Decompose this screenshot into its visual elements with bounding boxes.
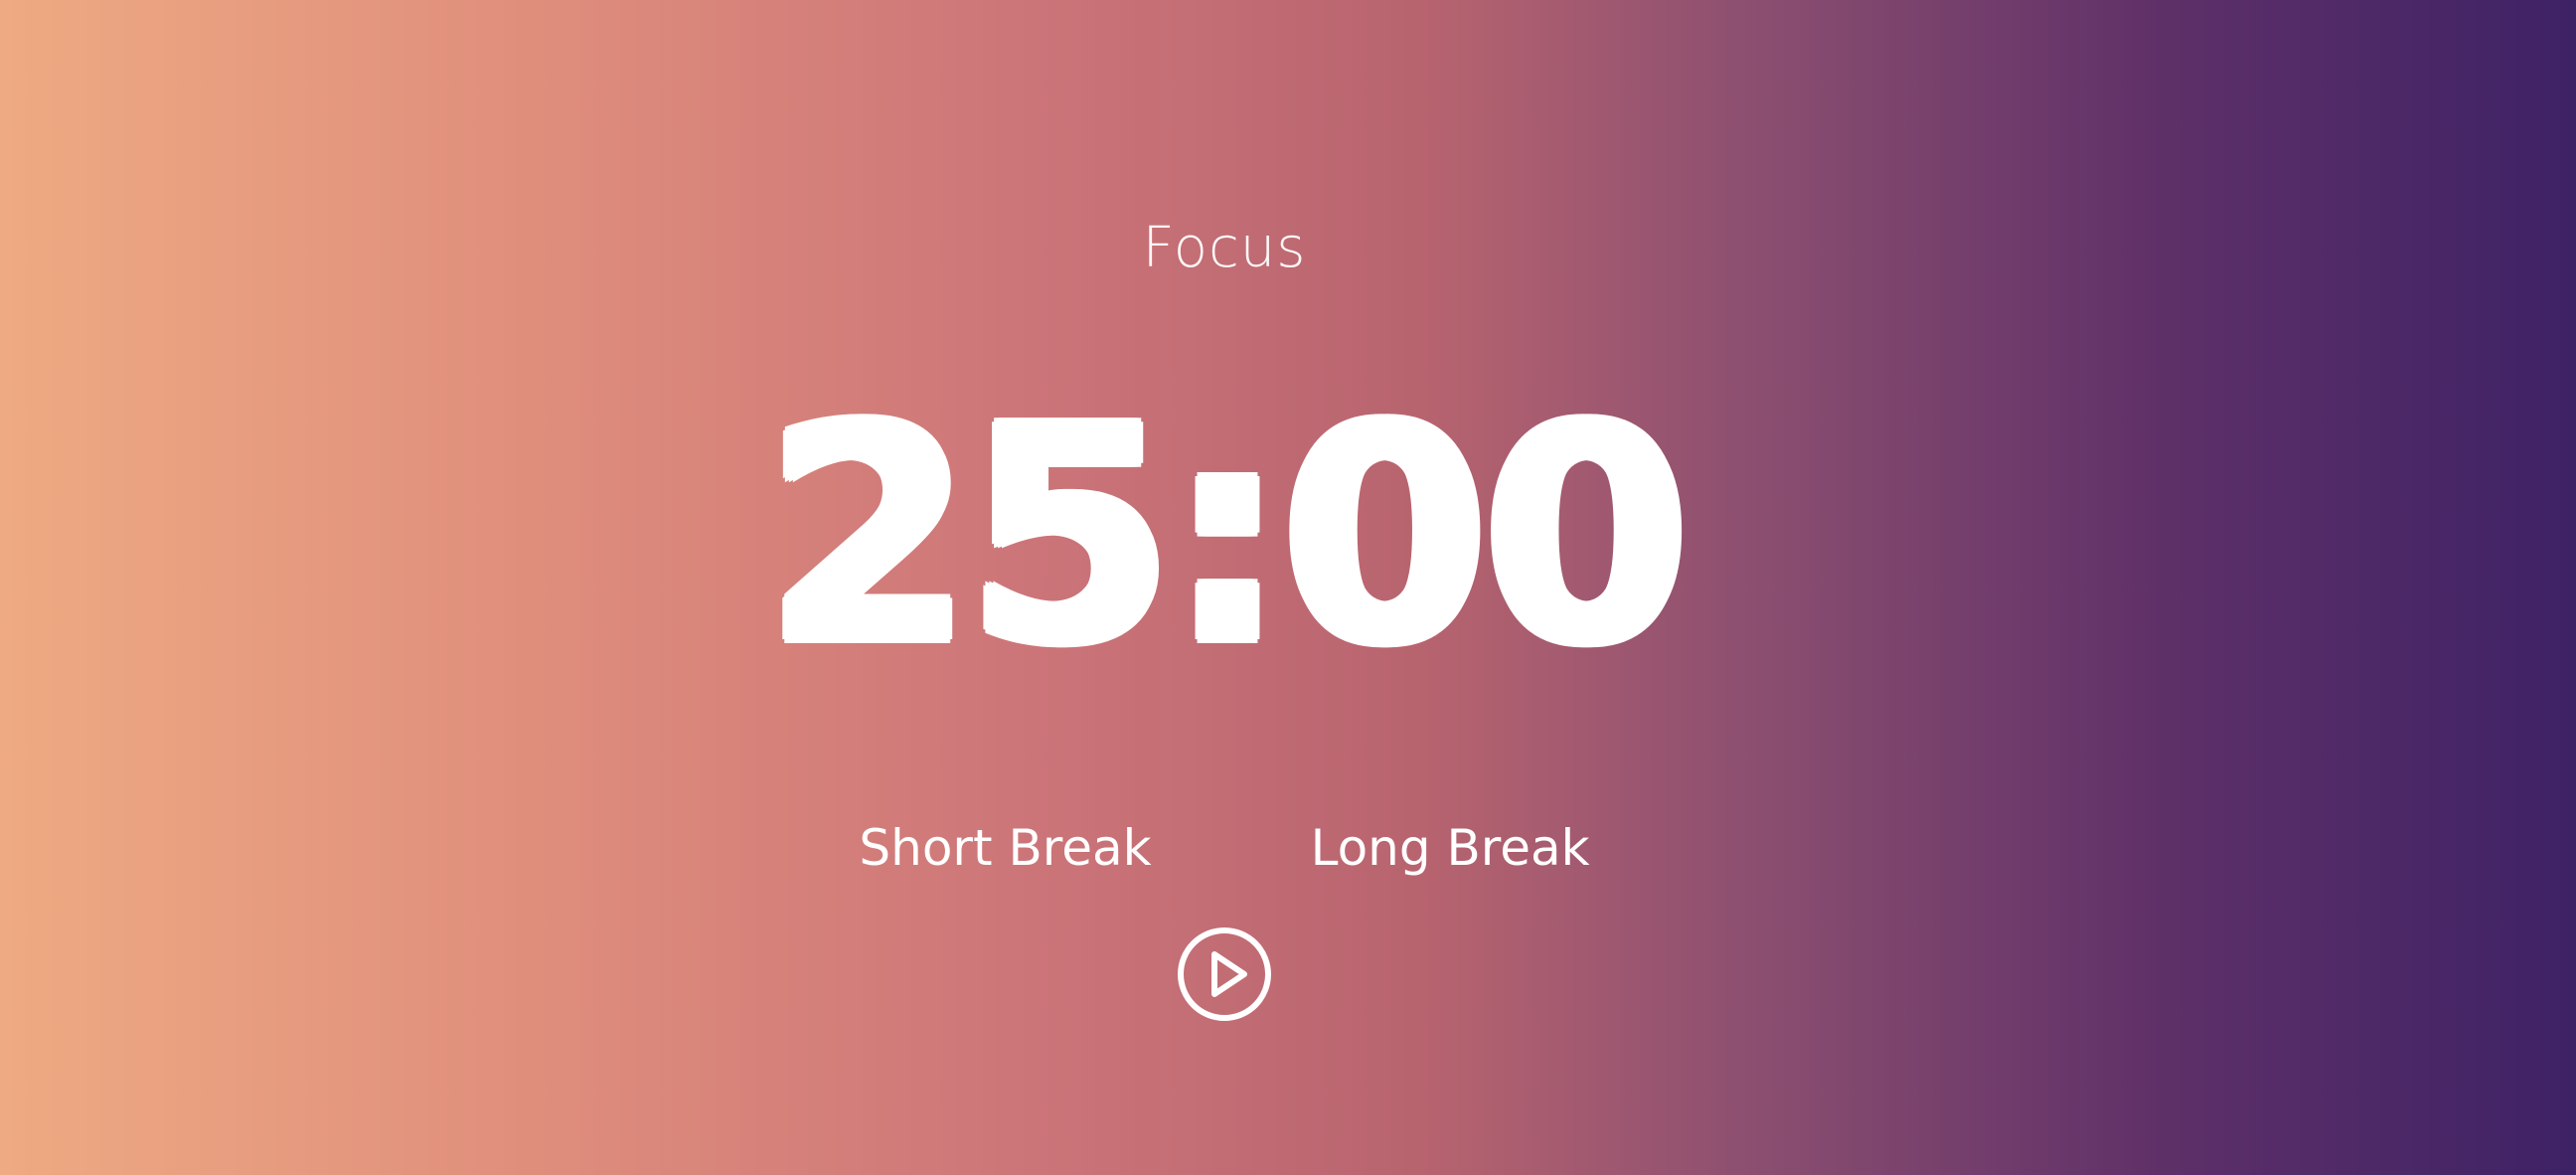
- play-circle-icon: [1178, 927, 1271, 1021]
- timer-display: 25:00: [764, 363, 1690, 710]
- break-options: Short Break Long Break: [0, 823, 2449, 873]
- mode-title: Focus: [1142, 216, 1307, 280]
- long-break-button[interactable]: Long Break: [1311, 823, 1590, 873]
- short-break-button[interactable]: Short Break: [859, 823, 1151, 873]
- play-button[interactable]: [1177, 926, 1272, 1022]
